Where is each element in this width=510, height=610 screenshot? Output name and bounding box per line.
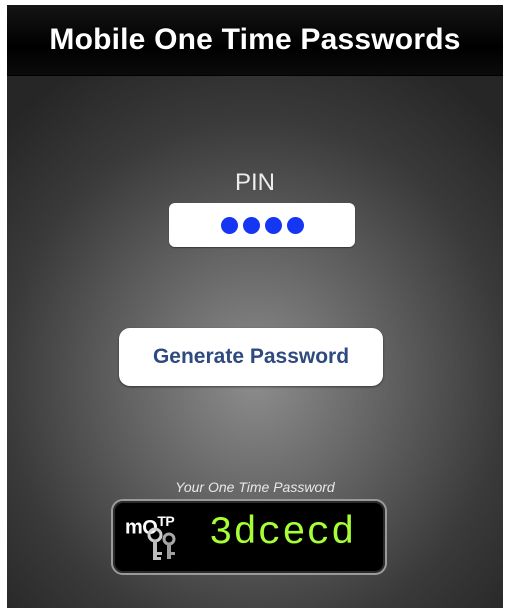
app-title: Mobile One Time Passwords (49, 23, 461, 56)
pin-input[interactable] (169, 203, 355, 247)
app-screen: Mobile One Time Passwords PIN Generate P… (7, 5, 503, 608)
pin-label: PIN (234, 169, 275, 196)
pin-mask-dot (220, 216, 238, 234)
motp-logo: mOTP (125, 511, 215, 565)
keys-icon (147, 527, 176, 560)
pin-mask-dot (286, 216, 304, 234)
generate-password-button[interactable]: Generate Password (119, 328, 383, 386)
otp-display: mOTP 3dcecd (111, 499, 387, 575)
title-bar: Mobile One Time Passwords (7, 5, 503, 76)
otp-value: 3dcecd (209, 511, 356, 555)
otp-caption: Your One Time Password (175, 479, 335, 495)
generate-password-label: Generate Password (152, 345, 350, 368)
pin-mask-dot (242, 216, 260, 234)
pin-mask-dot (264, 216, 282, 234)
